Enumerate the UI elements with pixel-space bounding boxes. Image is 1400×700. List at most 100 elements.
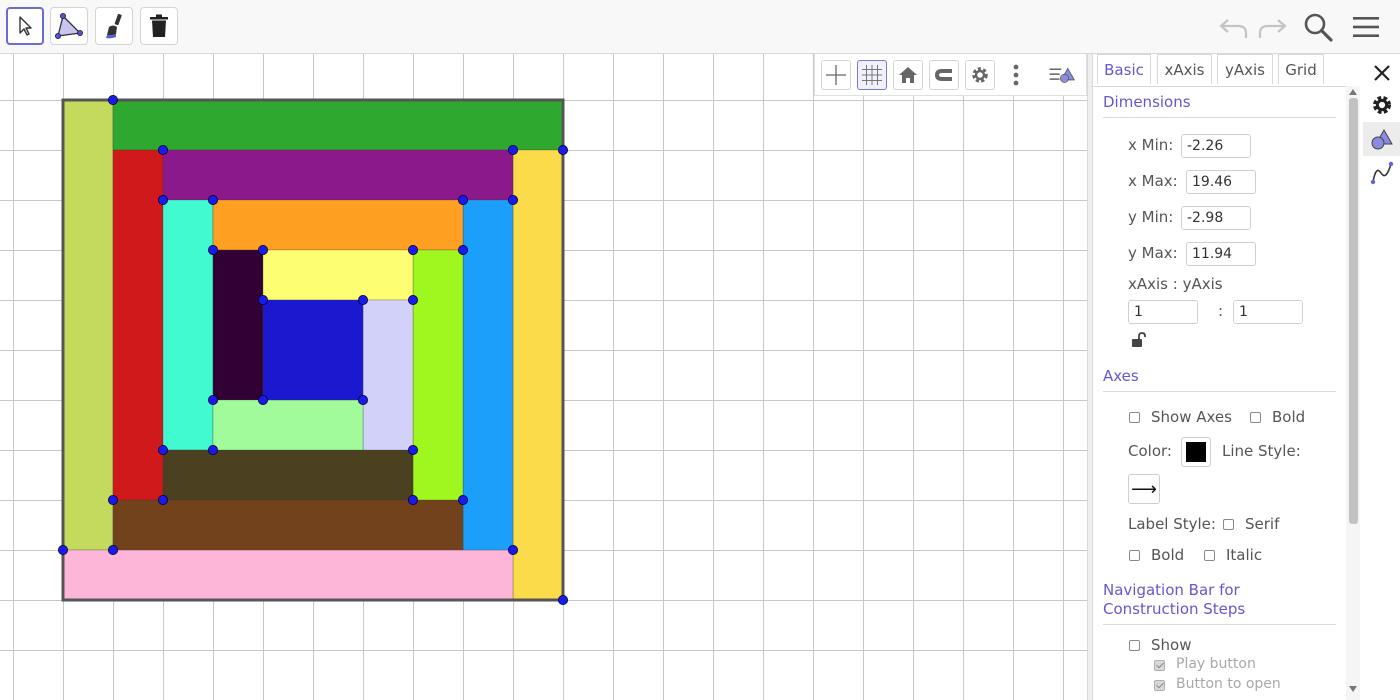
polygon-pink-bottom-strip[interactable] [62, 549, 514, 601]
move-tool-button[interactable] [6, 7, 44, 45]
polygon-light-green-strip[interactable] [212, 399, 364, 451]
polygon-brown-strip[interactable] [112, 499, 464, 551]
point-5[interactable] [507, 544, 518, 555]
point-9[interactable] [157, 194, 168, 205]
axis-ratio-x-field[interactable]: 1 [1128, 300, 1198, 324]
point-14[interactable] [157, 494, 168, 505]
polygon-dark-olive-strip[interactable] [162, 449, 414, 501]
polygon-purple-strip[interactable] [162, 149, 514, 201]
tab-grid[interactable]: Grid [1278, 54, 1324, 84]
polygon-yellow-right-strip[interactable] [512, 149, 564, 601]
point-capturing-button[interactable] [929, 60, 959, 90]
graphics-settings-button[interactable] [965, 60, 995, 90]
undo-icon [1219, 19, 1248, 38]
play-button-label: Play button [1176, 656, 1256, 672]
point-3[interactable] [558, 145, 569, 156]
axis-ratio-y-field[interactable]: 1 [1233, 300, 1303, 324]
home-icon [899, 67, 917, 83]
axes-color-swatch [1186, 442, 1206, 462]
label-bold-checkbox[interactable] [1129, 550, 1140, 561]
point-26[interactable] [257, 294, 268, 305]
point-20[interactable] [257, 244, 268, 255]
graphics-style-bar [814, 54, 1087, 96]
show-grid-toggle[interactable] [857, 60, 887, 90]
polygon-turquoise-strip[interactable] [162, 199, 214, 451]
button-to-open-checkbox[interactable] [1154, 680, 1165, 691]
redo-button[interactable] [1254, 10, 1290, 44]
point-28[interactable] [357, 394, 368, 405]
point-10[interactable] [457, 194, 468, 205]
point-17[interactable] [207, 394, 218, 405]
ymax-field[interactable]: 11.94 [1186, 242, 1256, 266]
point-24[interactable] [407, 494, 418, 505]
label-bold-label: Bold [1151, 546, 1185, 564]
tab-xaxis[interactable]: xAxis [1157, 54, 1212, 84]
point-13[interactable] [108, 494, 119, 505]
delete-tool-button[interactable] [140, 7, 178, 45]
graphics-category-button[interactable] [1363, 122, 1400, 156]
xmin-field[interactable]: -2.26 [1181, 134, 1251, 158]
show-axes-toggle[interactable] [821, 60, 851, 90]
show-navigation-checkbox[interactable] [1129, 640, 1140, 651]
point-0[interactable] [58, 544, 69, 555]
toggle-style-bar-button[interactable] [1047, 60, 1077, 90]
point-2[interactable] [108, 95, 119, 106]
play-button-checkbox[interactable] [1154, 660, 1165, 671]
serif-checkbox[interactable] [1223, 519, 1234, 530]
polygon-dark-maroon-strip[interactable] [212, 249, 264, 401]
line-style-label: Line Style: [1222, 442, 1301, 460]
point-19[interactable] [207, 244, 218, 255]
point-12[interactable] [457, 494, 468, 505]
polygon-green-top-strip[interactable] [112, 99, 564, 151]
construction-canvas[interactable] [0, 54, 1087, 700]
polygon-lime-left-strip[interactable] [62, 99, 114, 551]
tab-yaxis[interactable]: yAxis [1217, 54, 1273, 84]
graphics-view-icon [1371, 128, 1393, 150]
point-15[interactable] [157, 444, 168, 455]
point-18[interactable] [207, 194, 218, 205]
polygon-orange-strip[interactable] [212, 199, 464, 251]
polygon-center-blue-square[interactable] [262, 299, 364, 401]
point-25[interactable] [257, 394, 268, 405]
ratio-lock-button[interactable] [1131, 332, 1147, 352]
polygon-lavender-strip[interactable] [362, 299, 414, 451]
more-options-button[interactable] [1001, 60, 1031, 90]
point-21[interactable] [407, 244, 418, 255]
axes-bold-checkbox[interactable] [1250, 412, 1261, 423]
point-6[interactable] [507, 194, 518, 205]
ymin-field[interactable]: -2.98 [1181, 206, 1251, 230]
show-axes-checkbox[interactable] [1129, 412, 1140, 423]
point-11[interactable] [457, 244, 468, 255]
point-23[interactable] [407, 444, 418, 455]
point-7[interactable] [507, 145, 518, 156]
tab-basic[interactable]: Basic [1097, 54, 1151, 84]
polygon-blue-strip[interactable] [462, 199, 514, 551]
italic-checkbox[interactable] [1204, 550, 1215, 561]
main-menu-button[interactable] [1348, 10, 1384, 44]
polygon-light-yellow-strip[interactable] [262, 249, 414, 301]
settings-category-button[interactable] [1363, 88, 1400, 122]
polygon-lime-green-strip[interactable] [412, 249, 464, 501]
point-4[interactable] [558, 595, 569, 606]
brush-tool-button[interactable] [95, 7, 133, 45]
axes-color-label: Color: [1128, 442, 1172, 460]
polygon-tool-button[interactable] [50, 7, 88, 45]
undo-button[interactable] [1216, 10, 1252, 44]
properties-scrollbar-thumb[interactable] [1349, 98, 1358, 524]
line-style-button[interactable]: ⟶ [1128, 474, 1160, 504]
close-properties-button[interactable] [1363, 56, 1400, 90]
point-1[interactable] [108, 544, 119, 555]
point-27[interactable] [357, 294, 368, 305]
search-button[interactable] [1300, 10, 1336, 44]
point-16[interactable] [207, 444, 218, 455]
menu-icon [1353, 17, 1379, 37]
xmax-field[interactable]: 19.46 [1186, 170, 1256, 194]
standard-view-button[interactable] [893, 60, 923, 90]
grid-icon [862, 65, 882, 85]
point-8[interactable] [157, 145, 168, 156]
graphics-view[interactable] [0, 54, 1087, 700]
algebra-category-button[interactable] [1363, 156, 1400, 190]
point-22[interactable] [407, 294, 418, 305]
polygon-red-strip[interactable] [112, 149, 164, 501]
axes-color-button[interactable] [1181, 437, 1211, 467]
